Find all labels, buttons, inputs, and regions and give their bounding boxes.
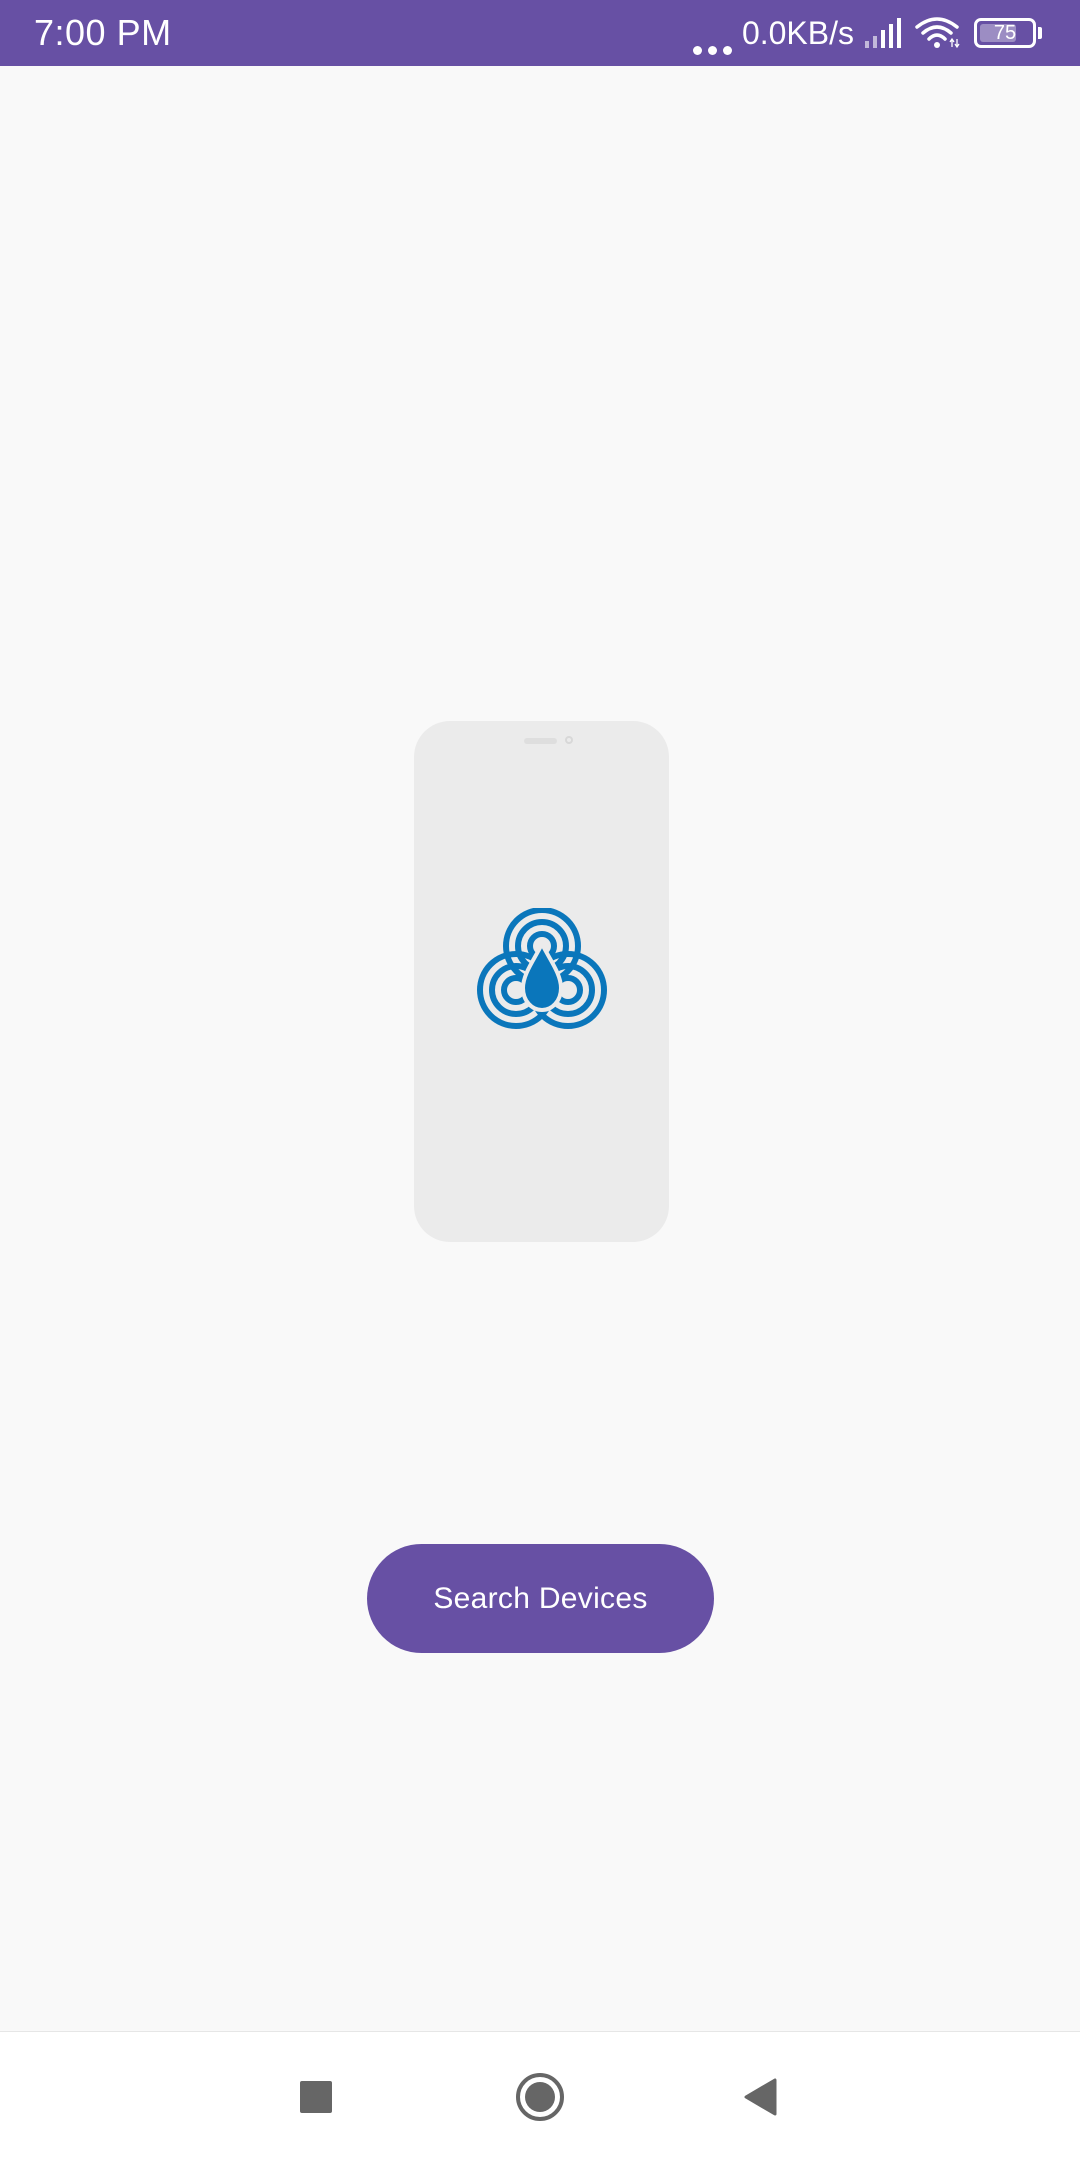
app-screen: 7:00 PM 0.0KB/s 75 Search Devices xyxy=(0,0,1080,2160)
status-indicators: 0.0KB/s 75 xyxy=(692,11,1042,55)
back-triangle-icon xyxy=(744,2078,777,2115)
phone-speaker xyxy=(524,738,557,744)
phone-camera xyxy=(565,736,573,744)
more-dots-icon xyxy=(692,11,732,55)
battery-tip xyxy=(1038,27,1042,39)
status-bar: 7:00 PM 0.0KB/s 75 xyxy=(0,0,1080,66)
search-devices-button[interactable]: Search Devices xyxy=(367,1544,714,1653)
recents-square-icon xyxy=(300,2080,332,2113)
navigation-bar xyxy=(0,2031,1080,2160)
battery-icon: 75 xyxy=(974,18,1036,48)
water-drop-rings-logo-icon xyxy=(477,908,607,1029)
recents-button[interactable] xyxy=(256,2032,376,2160)
cell-signal-icon xyxy=(865,18,901,48)
home-button[interactable] xyxy=(480,2032,600,2160)
phone-illustration xyxy=(414,721,669,1242)
home-circle-icon xyxy=(516,2072,564,2121)
wifi-icon xyxy=(915,17,960,49)
network-speed: 0.0KB/s xyxy=(741,15,854,51)
back-button[interactable] xyxy=(700,2032,820,2160)
status-time: 7:00 PM xyxy=(34,12,172,53)
battery-level: 75 xyxy=(993,22,1017,44)
